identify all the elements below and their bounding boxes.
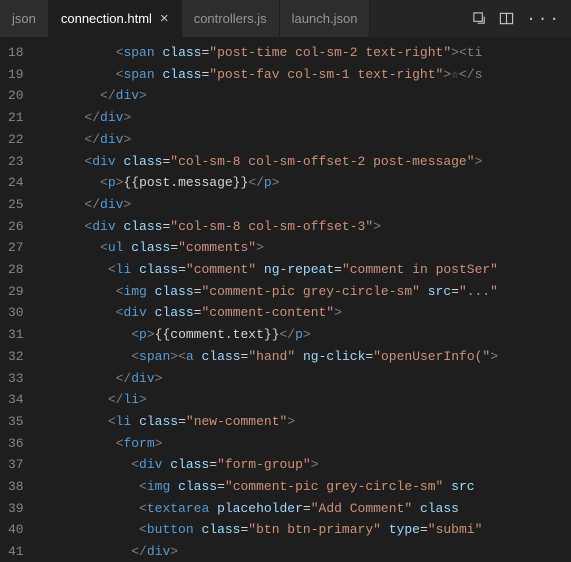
code-line: </div>	[38, 368, 571, 390]
tab-label: json	[12, 11, 36, 26]
tab-label: connection.html	[61, 11, 152, 26]
tab-label: launch.json	[292, 11, 358, 26]
code-line: <span class="post-time col-sm-2 text-rig…	[38, 42, 571, 64]
code-line: <li class="comment" ng-repeat="comment i…	[38, 259, 571, 281]
code-line: <span><a class="hand" ng-click="openUser…	[38, 346, 571, 368]
code-line: <div class="col-sm-8 col-sm-offset-2 pos…	[38, 151, 571, 173]
tab-connection-html[interactable]: connection.html ×	[49, 0, 182, 37]
code-line: <p>{{comment.text}}</p>	[38, 324, 571, 346]
code-line: </div>	[38, 541, 571, 562]
tab-bar: json connection.html × controllers.js la…	[0, 0, 571, 38]
code-area[interactable]: <span class="post-time col-sm-2 text-rig…	[38, 38, 571, 562]
code-line: </div>	[38, 107, 571, 129]
code-line: <textarea placeholder="Add Comment" clas…	[38, 498, 571, 520]
code-line: <form>	[38, 433, 571, 455]
code-line: <ul class="comments">	[38, 237, 571, 259]
tab-label: controllers.js	[194, 11, 267, 26]
code-line: </div>	[38, 194, 571, 216]
code-line: </div>	[38, 129, 571, 151]
code-line: <li class="new-comment">	[38, 411, 571, 433]
code-line: <div class="col-sm-8 col-sm-offset-3">	[38, 216, 571, 238]
code-line: <img class="comment-pic grey-circle-sm" …	[38, 281, 571, 303]
editor: 1819202122232425262728293031323334353637…	[0, 38, 571, 562]
tab-actions: ···	[462, 0, 571, 37]
line-number-gutter: 1819202122232425262728293031323334353637…	[0, 38, 38, 562]
close-icon[interactable]: ×	[160, 11, 169, 26]
code-line: <div class="form-group">	[38, 454, 571, 476]
code-line: <button class="btn btn-primary" type="su…	[38, 519, 571, 541]
code-line: <span class="post-fav col-sm-1 text-righ…	[38, 64, 571, 86]
code-line: <div class="comment-content">	[38, 302, 571, 324]
more-actions-icon[interactable]: ···	[526, 10, 561, 28]
tab-controllers-js[interactable]: controllers.js	[182, 0, 280, 37]
tab-launch-json[interactable]: launch.json	[280, 0, 371, 37]
code-line: </div>	[38, 85, 571, 107]
compare-changes-icon[interactable]	[472, 11, 487, 26]
tab-json[interactable]: json	[0, 0, 49, 37]
code-line: </li>	[38, 389, 571, 411]
split-editor-icon[interactable]	[499, 11, 514, 26]
code-line: <p>{{post.message}}</p>	[38, 172, 571, 194]
code-line: <img class="comment-pic grey-circle-sm" …	[38, 476, 571, 498]
